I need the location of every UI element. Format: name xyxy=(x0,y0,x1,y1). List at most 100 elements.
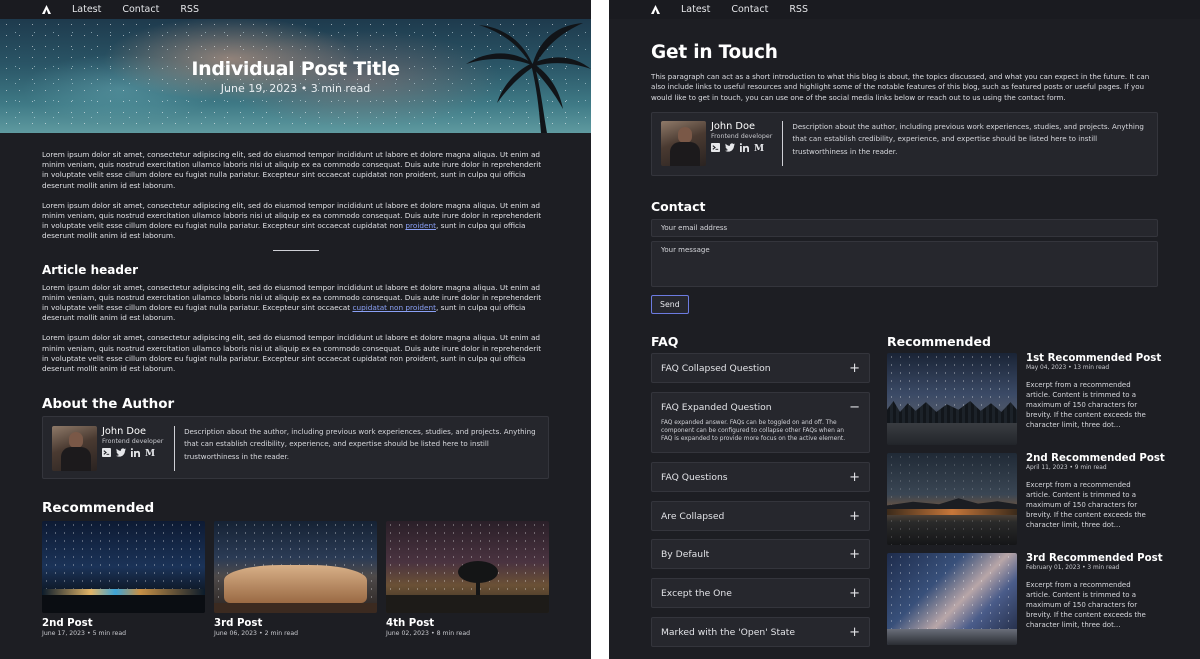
author-role: Frontend developer xyxy=(102,438,164,446)
faq-question[interactable]: Except the One xyxy=(661,588,732,599)
recommended-item[interactable]: 1st Recommended Post May 04, 2023 • 13 m… xyxy=(887,353,1161,445)
recommended-title-2[interactable]: 2nd Recommended Post xyxy=(1026,453,1165,464)
medium-icon[interactable]: M xyxy=(754,143,764,152)
plus-icon[interactable]: + xyxy=(849,626,860,639)
recommended-heading: Recommended xyxy=(42,500,155,517)
author-card: John Doe Frontend developer M Descriptio… xyxy=(651,112,1158,177)
plus-icon[interactable]: + xyxy=(849,362,860,375)
post-thumbnail[interactable] xyxy=(42,521,205,614)
page-title: Get in Touch xyxy=(651,42,778,63)
faq-question[interactable]: By Default xyxy=(661,549,709,560)
nav-rss[interactable]: RSS xyxy=(180,4,199,15)
recommended-heading: Recommended xyxy=(887,334,991,349)
intro-paragraph: This paragraph can act as a short introd… xyxy=(651,72,1150,102)
recommended-card[interactable]: 4th Post June 02, 2023 • 8 min read xyxy=(386,521,549,637)
terminal-icon[interactable] xyxy=(102,448,111,458)
twitter-icon[interactable] xyxy=(725,143,735,152)
plus-icon[interactable]: + xyxy=(849,471,860,484)
linkedin-icon[interactable] xyxy=(740,143,749,153)
faq-question[interactable]: Marked with the 'Open' State xyxy=(661,627,795,638)
recommended-item[interactable]: 2nd Recommended Post April 11, 2023 • 9 … xyxy=(887,453,1165,545)
recommended-meta-1: May 04, 2023 • 13 min read xyxy=(1026,365,1110,371)
message-field[interactable]: Your message xyxy=(651,241,1158,288)
paragraph-2: Lorem ipsum dolor sit amet, consectetur … xyxy=(42,201,549,242)
recommended-card[interactable]: 3rd Post June 06, 2023 • 2 min read xyxy=(214,521,377,637)
post-title: Individual Post Title xyxy=(191,58,400,80)
top-nav: Latest Contact RSS xyxy=(0,0,591,19)
author-divider xyxy=(174,426,176,472)
post-title-2[interactable]: 2nd Post xyxy=(42,618,205,629)
faq-item[interactable]: By Default + xyxy=(651,539,870,569)
nav-contact[interactable]: Contact xyxy=(122,4,159,15)
paragraph-3: Lorem ipsum dolor sit amet, consectetur … xyxy=(42,283,549,324)
svg-text:M: M xyxy=(754,143,764,152)
nav-contact[interactable]: Contact xyxy=(731,4,768,15)
contact-page: Latest Contact RSS Get in Touch This par… xyxy=(609,0,1200,659)
faq-item[interactable]: Are Collapsed + xyxy=(651,501,870,531)
paragraph-4: Lorem ipsum dolor sit amet, consectetur … xyxy=(42,333,542,374)
post-thumbnail[interactable] xyxy=(386,521,549,614)
faq-item-expanded[interactable]: FAQ Expanded Question − FAQ expanded ans… xyxy=(651,392,870,453)
plus-icon[interactable]: + xyxy=(849,510,860,523)
svg-text:M: M xyxy=(145,448,155,457)
faq-item[interactable]: FAQ Questions + xyxy=(651,462,870,492)
logo-icon[interactable] xyxy=(42,5,51,14)
hero-banner: Individual Post Title June 19, 2023 • 3 … xyxy=(0,19,591,133)
post-meta-4: June 02, 2023 • 8 min read xyxy=(386,630,471,638)
avatar xyxy=(661,121,706,167)
recommended-excerpt-2: Excerpt from a recommended article. Cont… xyxy=(1026,481,1146,530)
recommended-item[interactable]: 3rd Recommended Post February 01, 2023 •… xyxy=(887,553,1163,645)
author-description: Description about the author, including … xyxy=(792,122,1144,156)
post-meta: June 19, 2023 • 3 min read xyxy=(220,82,371,95)
linkedin-icon[interactable] xyxy=(131,448,140,458)
post-thumbnail[interactable] xyxy=(887,453,1017,545)
recommended-title-1[interactable]: 1st Recommended Post xyxy=(1026,353,1161,364)
post-meta-3: June 06, 2023 • 2 min read xyxy=(214,630,299,638)
plus-icon[interactable]: + xyxy=(849,587,860,600)
minus-icon[interactable]: − xyxy=(849,401,860,414)
recommended-card[interactable]: 2nd Post June 17, 2023 • 5 min read xyxy=(42,521,205,637)
post-title-3[interactable]: 3rd Post xyxy=(214,618,377,629)
social-links: M xyxy=(711,143,773,153)
contact-heading: Contact xyxy=(651,199,706,215)
post-meta-2: June 17, 2023 • 5 min read xyxy=(42,630,127,638)
faq-item[interactable]: FAQ Collapsed Question + xyxy=(651,353,870,383)
post-thumbnail[interactable] xyxy=(887,353,1017,445)
plus-icon[interactable]: + xyxy=(849,548,860,561)
about-heading: About the Author xyxy=(42,396,175,413)
recommended-grid: 2nd Post June 17, 2023 • 5 min read 3rd … xyxy=(42,521,549,637)
faq-item[interactable]: Except the One + xyxy=(651,578,870,608)
recommended-title-3[interactable]: 3rd Recommended Post xyxy=(1026,553,1163,564)
logo-icon[interactable] xyxy=(651,5,660,14)
faq-item[interactable]: Marked with the 'Open' State + xyxy=(651,617,870,647)
terminal-icon[interactable] xyxy=(711,143,720,153)
nav-latest[interactable]: Latest xyxy=(72,4,101,15)
author-divider xyxy=(782,121,784,167)
post-page: Latest Contact RSS Individual Post Title… xyxy=(0,0,591,659)
twitter-icon[interactable] xyxy=(116,448,126,457)
recommended-meta-3: February 01, 2023 • 3 min read xyxy=(1026,565,1120,571)
medium-icon[interactable]: M xyxy=(145,448,155,457)
faq-heading: FAQ xyxy=(651,334,679,349)
nav-latest[interactable]: Latest xyxy=(681,4,710,15)
proident-link[interactable]: proident xyxy=(405,221,436,230)
nav-rss[interactable]: RSS xyxy=(789,4,808,15)
author-role: Frontend developer xyxy=(711,133,773,141)
cupidatat-link[interactable]: cupidatat non proident xyxy=(352,303,436,312)
paragraph-1: Lorem ipsum dolor sit amet, consectetur … xyxy=(42,150,542,190)
faq-question[interactable]: FAQ Expanded Question xyxy=(661,402,772,413)
recommended-meta-2: April 11, 2023 • 9 min read xyxy=(1026,465,1107,471)
post-thumbnail[interactable] xyxy=(887,553,1017,645)
post-thumbnail[interactable] xyxy=(214,521,377,614)
faq-question[interactable]: FAQ Collapsed Question xyxy=(661,363,771,374)
avatar xyxy=(52,426,97,472)
send-button[interactable]: Send xyxy=(651,295,689,315)
email-field[interactable]: Your email address xyxy=(651,219,1158,238)
recommended-excerpt-1: Excerpt from a recommended article. Cont… xyxy=(1026,381,1146,430)
post-title-4[interactable]: 4th Post xyxy=(386,618,549,629)
author-description: Description about the author, including … xyxy=(184,427,536,461)
faq-question[interactable]: Are Collapsed xyxy=(661,511,724,522)
social-links: M xyxy=(102,448,165,458)
article-header: Article header xyxy=(42,262,139,277)
faq-question[interactable]: FAQ Questions xyxy=(661,472,728,483)
